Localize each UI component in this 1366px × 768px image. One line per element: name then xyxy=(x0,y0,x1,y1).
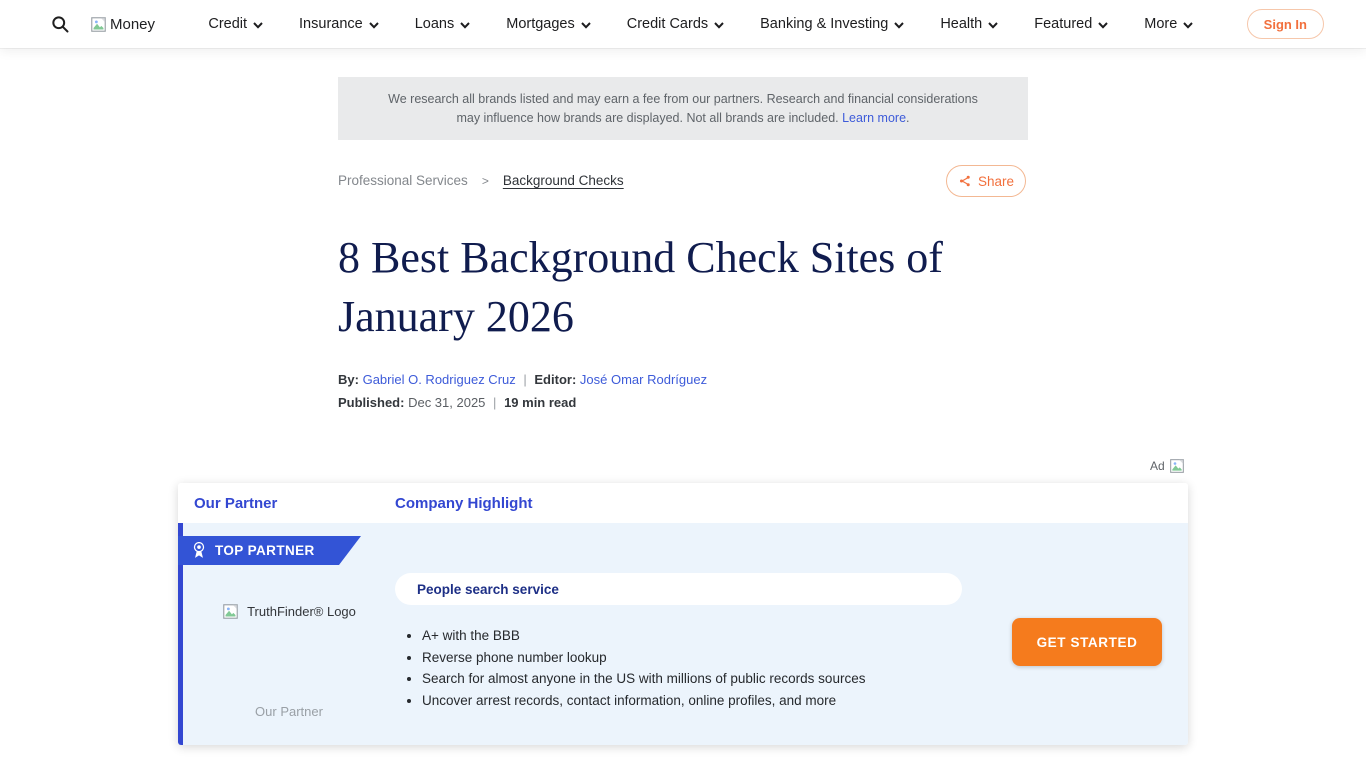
read-time: 19 min read xyxy=(504,395,576,410)
highlight-bullet-list: A+ with the BBB Reverse phone number loo… xyxy=(408,625,1008,711)
list-item: Search for almost anyone in the US with … xyxy=(422,668,1008,690)
nav-item-more[interactable]: More xyxy=(1144,16,1193,32)
nav-item-insurance[interactable]: Insurance xyxy=(299,16,379,32)
chevron-down-icon xyxy=(1183,22,1193,29)
nav-item-credit[interactable]: Credit xyxy=(208,16,263,32)
top-navigation: Money Credit Insurance Loans Mortgages C… xyxy=(0,0,1366,48)
medal-icon xyxy=(192,542,206,559)
broken-image-icon xyxy=(222,603,239,620)
learn-more-link[interactable]: Learn more xyxy=(842,111,906,125)
chevron-down-icon xyxy=(894,22,904,29)
partner-card-header: Our Partner Company Highlight xyxy=(178,483,1188,523)
get-started-button[interactable]: GET STARTED xyxy=(1012,618,1162,666)
chevron-down-icon xyxy=(460,22,470,29)
list-item: Uncover arrest records, contact informat… xyxy=(422,690,1008,712)
chevron-down-icon xyxy=(581,22,591,29)
main-nav: Credit Insurance Loans Mortgages Credit … xyxy=(155,16,1247,32)
top-partner-label: TOP PARTNER xyxy=(215,543,315,558)
nav-item-banking-investing[interactable]: Banking & Investing xyxy=(760,16,904,32)
share-button[interactable]: Share xyxy=(946,165,1026,197)
byline: By: Gabriel O. Rodriguez Cruz | Editor: … xyxy=(338,372,707,388)
share-icon xyxy=(958,174,972,188)
ad-label: Ad xyxy=(1150,459,1165,473)
nav-item-mortgages[interactable]: Mortgages xyxy=(506,16,591,32)
list-item: Reverse phone number lookup xyxy=(422,647,1008,669)
column-header-our-partner: Our Partner xyxy=(194,495,277,512)
advertiser-disclosure: We research all brands listed and may ea… xyxy=(338,77,1028,140)
editor-link[interactable]: José Omar Rodríguez xyxy=(580,372,707,387)
partner-comparison-card: Our Partner Company Highlight TOP PARTNE… xyxy=(178,483,1188,745)
list-item: A+ with the BBB xyxy=(422,625,1008,647)
money-logo[interactable]: Money xyxy=(90,16,155,33)
chevron-down-icon xyxy=(253,22,263,29)
top-partner-badge: TOP PARTNER xyxy=(178,536,361,565)
nav-item-featured[interactable]: Featured xyxy=(1034,16,1108,32)
chevron-down-icon xyxy=(988,22,998,29)
chevron-down-icon xyxy=(1098,22,1108,29)
column-header-company-highlight: Company Highlight xyxy=(395,495,533,512)
chevron-down-icon xyxy=(369,22,379,29)
partner-logo[interactable]: TruthFinder® Logo xyxy=(183,603,395,620)
breadcrumb: Professional Services > Background Check… xyxy=(338,173,624,188)
nav-item-credit-cards[interactable]: Credit Cards xyxy=(627,16,724,32)
breadcrumb-current[interactable]: Background Checks xyxy=(503,173,624,188)
broken-image-icon xyxy=(90,16,107,33)
chevron-down-icon xyxy=(714,22,724,29)
sign-in-button[interactable]: Sign In xyxy=(1247,9,1324,39)
partner-logo-alt-text: TruthFinder® Logo xyxy=(247,604,356,619)
published-line: Published: Dec 31, 2025 | 19 min read xyxy=(338,395,576,411)
nav-item-loans[interactable]: Loans xyxy=(415,16,471,32)
page-title: 8 Best Background Check Sites of January… xyxy=(338,228,1048,346)
published-date: Dec 31, 2025 xyxy=(408,395,485,410)
broken-image-icon xyxy=(1169,458,1185,474)
company-highlight-pill: People search service xyxy=(395,573,962,605)
breadcrumb-parent[interactable]: Professional Services xyxy=(338,173,468,188)
breadcrumb-separator: > xyxy=(482,174,489,188)
our-partner-caption: Our Partner xyxy=(183,704,395,719)
ad-marker: Ad xyxy=(1150,458,1185,474)
nav-item-health[interactable]: Health xyxy=(940,16,998,32)
search-icon[interactable] xyxy=(48,12,72,36)
author-link[interactable]: Gabriel O. Rodriguez Cruz xyxy=(363,372,516,387)
logo-alt-text: Money xyxy=(110,16,155,33)
